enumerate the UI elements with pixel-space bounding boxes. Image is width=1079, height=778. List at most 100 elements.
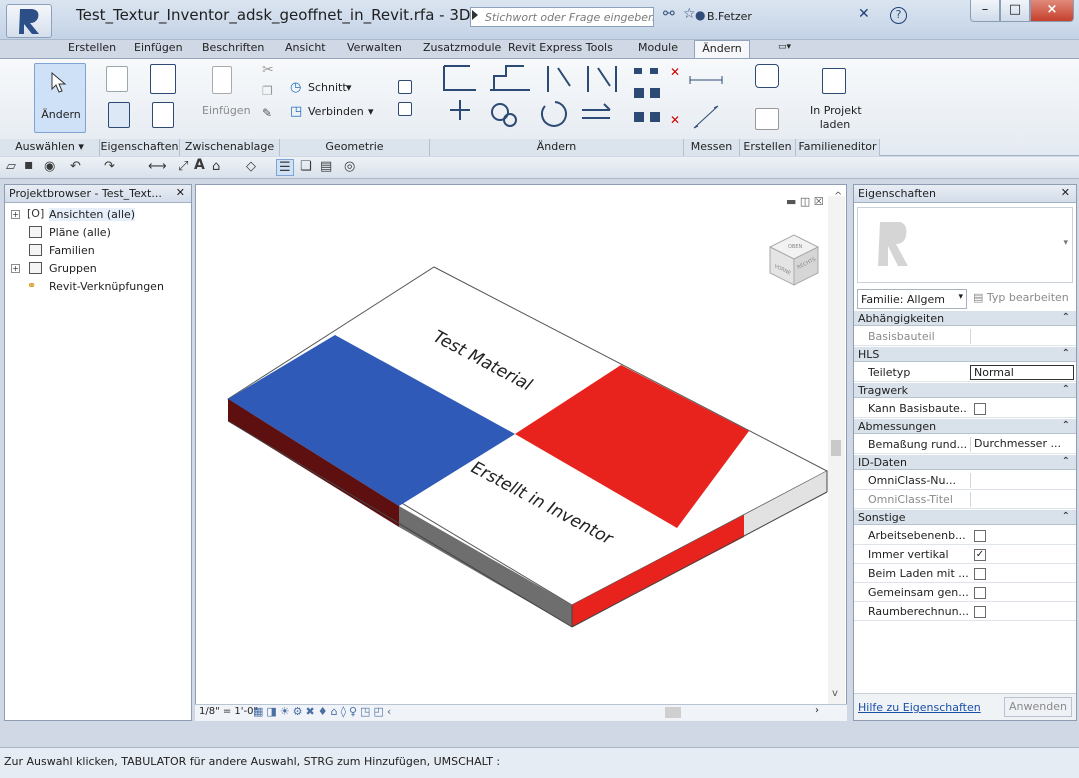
horizontal-scroll-thumb[interactable] <box>665 707 681 718</box>
collapse-icon[interactable]: ⌃ <box>1062 420 1070 431</box>
cut-geometry-icon[interactable]: ◷ <box>290 80 301 95</box>
cut-label[interactable]: Schnitt <box>308 81 347 94</box>
user-icon[interactable]: ● <box>695 8 705 22</box>
family-types-icon[interactable] <box>150 64 176 94</box>
expand-icon[interactable]: + <box>11 264 20 273</box>
cut-icon[interactable]: ✂ <box>262 62 274 78</box>
property-value[interactable] <box>970 492 1074 507</box>
close-button[interactable]: × <box>1030 0 1074 22</box>
join-label[interactable]: Verbinden <box>308 105 364 118</box>
edit-type-button[interactable]: ▤ Typ bearbeiten <box>973 291 1069 304</box>
help-icon[interactable]: ? <box>890 7 907 24</box>
collapse-icon[interactable]: ⌃ <box>1062 511 1070 522</box>
join-geometry-icon[interactable]: ◳ <box>290 104 302 119</box>
apply-button[interactable]: Anwenden <box>1004 697 1072 717</box>
family-category-icon[interactable] <box>152 102 174 128</box>
expand-icon[interactable]: + <box>11 210 20 219</box>
collapse-icon[interactable]: ⌃ <box>1062 348 1070 359</box>
ribbon-minimize-icon[interactable]: ▭▾ <box>778 42 791 52</box>
section-icon[interactable]: ◇ <box>246 159 256 174</box>
paste-icon[interactable] <box>212 66 232 94</box>
join-dropdown-icon[interactable]: ▾ <box>368 105 374 118</box>
property-group-header[interactable]: Tragwerk ⌃ <box>854 383 1076 398</box>
type-selector-dropdown-icon[interactable]: ▾ <box>1063 238 1068 248</box>
paste-label[interactable]: Einfügen <box>202 104 251 117</box>
close-hidden-icon[interactable]: ❏ <box>300 159 312 174</box>
property-checkbox[interactable] <box>974 530 986 542</box>
open-icon[interactable]: ▱ <box>6 159 16 174</box>
text-icon[interactable]: A <box>194 157 205 173</box>
tab-beschriften[interactable]: Beschriften <box>202 41 264 54</box>
property-row[interactable]: Immer vertikal ✓ <box>854 546 1076 564</box>
property-value[interactable] <box>970 473 1074 488</box>
property-row[interactable]: Arbeitsebenenb... <box>854 527 1076 545</box>
measure-toolbar-icon[interactable]: ⟷ <box>148 159 167 174</box>
properties-help-link[interactable]: Hilfe zu Eigenschaften <box>858 701 981 714</box>
property-group-header[interactable]: HLS ⌃ <box>854 347 1076 362</box>
measure-icons[interactable] <box>688 66 728 136</box>
family-filter-select[interactable]: Familie: Allgem ▾ <box>857 289 967 309</box>
star-icon[interactable]: ☆ <box>683 6 696 22</box>
property-checkbox[interactable] <box>974 587 986 599</box>
sync-icon[interactable]: ◉ <box>44 159 55 174</box>
view-vertical-scrollbar[interactable]: v <box>828 196 845 704</box>
property-row[interactable]: Kann Basisbaute... <box>854 400 1076 418</box>
tab-einfuegen[interactable]: Einfügen <box>134 41 183 54</box>
thin-lines-icon[interactable]: ☰ <box>276 159 294 176</box>
property-group-header[interactable]: Abhängigkeiten ⌃ <box>854 311 1076 326</box>
search-expand-icon[interactable] <box>472 10 478 20</box>
wall-joins-icon[interactable] <box>398 80 412 94</box>
panel-select[interactable]: Auswählen ▾ <box>0 139 100 156</box>
property-row[interactable]: OmniClass-Titel <box>854 491 1076 509</box>
scrollbar-thumb[interactable] <box>831 440 841 456</box>
property-checkbox[interactable] <box>974 568 986 580</box>
dimension-icon[interactable]: ⤢ <box>178 159 188 174</box>
property-row[interactable]: Basisbauteil <box>854 328 1076 346</box>
property-row[interactable]: Teiletyp Normal <box>854 364 1076 382</box>
property-group-header[interactable]: Sonstige ⌃ <box>854 510 1076 525</box>
modify-button[interactable]: Ändern <box>34 63 86 133</box>
tab-aendern[interactable]: Ändern <box>694 40 750 59</box>
scroll-right-arrow[interactable]: › <box>815 705 819 716</box>
save-icon[interactable]: ▪ <box>24 157 34 173</box>
create-group-icon[interactable] <box>755 108 779 130</box>
load-into-project-label-2[interactable]: laden <box>810 118 860 131</box>
property-row[interactable]: Beim Laden mit ... <box>854 565 1076 583</box>
create-component-icon[interactable] <box>755 64 779 88</box>
view-window-controls[interactable]: ▬ ◫ ☒ <box>786 195 824 208</box>
cut-dropdown-icon[interactable]: ▾ <box>346 81 352 94</box>
property-group-header[interactable]: Abmessungen ⌃ <box>854 419 1076 434</box>
match-properties-icon[interactable]: ✎ <box>262 106 272 120</box>
property-row[interactable]: Bemaßung rund... Durchmesser ... <box>854 436 1076 454</box>
property-checkbox[interactable] <box>974 606 986 618</box>
load-into-project-label-1[interactable]: In Projekt <box>810 104 862 117</box>
binoculars-icon[interactable]: ⚯ <box>663 6 675 22</box>
3d-view[interactable]: Test Material Erstellt in Inventor ▬ ◫ ☒… <box>195 184 847 721</box>
tab-module[interactable]: Module <box>638 41 678 54</box>
redo-icon[interactable]: ↷ <box>104 159 115 174</box>
tab-verwalten[interactable]: Verwalten <box>347 41 402 54</box>
switch-windows-icon[interactable]: ▤ <box>320 159 332 174</box>
collapse-icon[interactable]: ⌃ <box>1062 312 1070 323</box>
load-into-project-icon[interactable] <box>822 68 846 94</box>
property-group-header[interactable]: ID-Daten ⌃ <box>854 455 1076 470</box>
maximize-button[interactable]: □ <box>1000 0 1030 22</box>
property-row[interactable]: Gemeinsam gen... <box>854 584 1076 602</box>
split-face-icon[interactable] <box>398 102 412 116</box>
property-value[interactable] <box>970 329 1074 344</box>
property-value[interactable]: Durchmesser ... <box>970 437 1074 452</box>
display-icon[interactable]: ◎ <box>344 159 355 174</box>
tab-ansicht[interactable]: Ansicht <box>285 41 326 54</box>
project-browser-close-icon[interactable]: ✕ <box>176 186 185 199</box>
view-control-icons[interactable]: ▦◨☀⚙✖♦⌂◊♀◳◰‹ <box>253 705 394 718</box>
3d-view-icon[interactable]: ⌂ <box>212 159 220 174</box>
property-checkbox[interactable]: ✓ <box>974 549 986 561</box>
application-menu-button[interactable] <box>6 4 52 38</box>
type-selector[interactable]: ▾ <box>857 207 1073 283</box>
scroll-down-arrow[interactable]: v <box>832 688 838 699</box>
properties-icon[interactable] <box>108 102 130 128</box>
property-checkbox[interactable] <box>974 403 986 415</box>
collapse-icon[interactable]: ⌃ <box>1062 384 1070 395</box>
property-value[interactable]: Normal <box>970 365 1074 380</box>
undo-icon[interactable]: ↶ <box>70 159 81 174</box>
